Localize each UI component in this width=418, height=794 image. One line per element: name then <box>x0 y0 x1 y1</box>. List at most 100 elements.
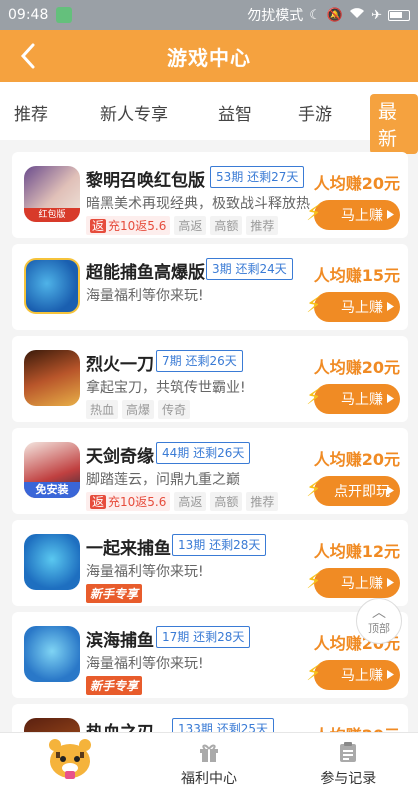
tab-recommend[interactable]: 推荐 <box>14 100 48 125</box>
game-icon: 红包版 <box>24 166 80 222</box>
game-card[interactable]: 免安装 天剑奇缘 44期 还剩26天 脚踏莲云，问鼎九重之巅 返充10返5.6 … <box>12 428 408 514</box>
reward-text: 人均赚20元 <box>313 174 400 193</box>
earn-button[interactable]: ⚡ 马上赚 <box>306 568 400 598</box>
game-title: 天剑奇缘 <box>86 447 154 467</box>
game-desc: 海量福利等你来玩! <box>86 288 204 304</box>
tag: 推荐 <box>246 492 279 511</box>
reward-text: 人均赚20元 <box>313 358 400 377</box>
tab-home[interactable] <box>0 733 139 794</box>
tag-list: 返充10返5.6 高返 高额 推荐 <box>86 216 279 235</box>
tag-list: 新手专享 <box>86 584 143 603</box>
tag-list: 返充10返5.6 高返 高额 推荐 <box>86 492 279 511</box>
tag-list: 热血 高爆 传奇 <box>86 400 191 419</box>
status-bar: 09:48 勿扰模式 ☾ 🔕 ✈ <box>0 0 418 30</box>
tag: 返充10返5.6 <box>86 492 171 511</box>
lightning-icon: ⚡ <box>306 477 322 502</box>
tab-records[interactable]: 参与记录 <box>279 733 418 794</box>
period-badge: 44期 还剩26天 <box>156 442 251 464</box>
earn-button[interactable]: ⚡ 马上赚 <box>306 384 400 414</box>
airplane-icon: ✈ <box>371 7 382 23</box>
tab-mobile[interactable]: 手游 <box>298 100 332 125</box>
game-title: 黎明召唤红包版 <box>86 171 205 191</box>
page-title: 游戏中心 <box>167 45 251 70</box>
scroll-to-top-button[interactable]: ︿ 顶部 <box>356 598 402 644</box>
scroll-to-top-label: 顶部 <box>368 622 390 635</box>
tag: 高额 <box>210 216 243 235</box>
game-icon: 免安装 <box>24 442 80 498</box>
game-card[interactable]: 烈火一刀 7期 还剩26天 拿起宝刀，共筑传世霸业! 热血 高爆 传奇 人均赚2… <box>12 336 408 422</box>
game-desc: 拿起宝刀，共筑传世霸业! <box>86 380 246 396</box>
tag: 热血 <box>86 400 119 419</box>
tag: 高返 <box>174 492 207 511</box>
earn-button[interactable]: ⚡ 马上赚 <box>306 660 400 690</box>
battery-icon <box>388 9 410 21</box>
period-badge: 7期 还剩26天 <box>156 350 243 372</box>
tab-puzzle[interactable]: 益智 <box>218 100 252 125</box>
tab-records-label: 参与记录 <box>320 770 377 787</box>
clipboard-icon <box>340 741 357 762</box>
period-badge: 17期 还剩28天 <box>156 626 251 648</box>
back-button[interactable] <box>12 38 44 74</box>
game-desc: 海量福利等你来玩! <box>86 656 204 672</box>
tag: 高爆 <box>122 400 155 419</box>
icon-label: 红包版 <box>24 208 80 222</box>
period-badge: 3期 还剩24天 <box>206 258 293 280</box>
game-title: 超能捕鱼高爆版 <box>86 263 205 283</box>
play-arrow-icon <box>387 578 394 587</box>
lightning-icon: ⚡ <box>306 293 322 318</box>
mute-icon: 🔕 <box>326 7 344 23</box>
period-badge: 13期 还剩28天 <box>172 534 267 556</box>
game-title: 烈火一刀 <box>86 355 154 375</box>
tag: 推荐 <box>246 216 279 235</box>
lightning-icon: ⚡ <box>306 385 322 410</box>
play-arrow-icon <box>387 302 394 311</box>
category-tabs: 推荐 新人专享 益智 手游 最新 <box>0 82 418 154</box>
status-right: 勿扰模式 ☾ 🔕 ✈ <box>247 5 410 25</box>
icon-label: 免安装 <box>24 482 80 498</box>
reward-text: 人均赚12元 <box>313 542 400 561</box>
gift-icon <box>199 744 218 762</box>
game-title: 一起来捕鱼 <box>86 539 171 559</box>
earn-button[interactable]: ⚡ 马上赚 <box>306 200 400 230</box>
game-icon <box>24 350 80 406</box>
tab-latest[interactable]: 最新 <box>370 94 418 154</box>
game-icon <box>24 534 80 590</box>
chevron-left-icon <box>20 43 35 69</box>
lightning-icon: ⚡ <box>306 661 322 686</box>
status-time: 09:48 <box>8 7 49 23</box>
game-desc: 海量福利等你来玩! <box>86 564 204 580</box>
play-arrow-icon <box>387 210 394 219</box>
tiger-mascot-icon <box>48 738 91 779</box>
game-desc: 暗黑美术再现经典，极致战斗释放热 <box>86 196 310 212</box>
tag-list: 新手专享 <box>86 676 143 695</box>
bottom-tab-bar: 福利中心 参与记录 <box>0 732 418 794</box>
page-header: 游戏中心 <box>0 30 418 82</box>
game-card[interactable]: 超能捕鱼高爆版 3期 还剩24天 海量福利等你来玩! 人均赚15元 ⚡ 马上赚 <box>12 244 408 330</box>
game-card[interactable]: 一起来捕鱼 13期 还剩28天 海量福利等你来玩! 新手专享 人均赚12元 ⚡ … <box>12 520 408 606</box>
tab-welfare-center[interactable]: 福利中心 <box>139 733 278 794</box>
game-card[interactable]: 红包版 黎明召唤红包版 53期 还剩27天 暗黑美术再现经典，极致战斗释放热 返… <box>12 152 408 238</box>
tag: 高返 <box>174 216 207 235</box>
game-desc: 脚踏莲云，问鼎九重之巅 <box>86 472 240 488</box>
play-arrow-icon <box>387 670 394 679</box>
earn-button[interactable]: ⚡ 马上赚 <box>306 292 400 322</box>
moon-icon: ☾ <box>309 7 321 23</box>
game-icon <box>24 626 80 682</box>
notification-icon <box>56 7 73 23</box>
game-card[interactable]: 滨海捕鱼 17期 还剩28天 海量福利等你来玩! 新手专享 人均赚20元 ⚡ 马… <box>12 612 408 698</box>
tab-welfare-label: 福利中心 <box>180 770 237 787</box>
dnd-mode-label: 勿扰模式 <box>247 8 304 24</box>
game-icon <box>24 258 80 314</box>
play-now-button[interactable]: ⚡ 点开即玩 <box>306 476 400 506</box>
tab-newcomer[interactable]: 新人专享 <box>100 100 168 125</box>
newcomer-tag: 新手专享 <box>86 584 143 603</box>
tag: 传奇 <box>158 400 191 419</box>
game-title: 滨海捕鱼 <box>86 631 154 651</box>
wifi-icon <box>349 7 365 23</box>
chevron-up-icon: ︿ <box>372 605 386 621</box>
lightning-icon: ⚡ <box>306 201 322 226</box>
tag: 返充10返5.6 <box>86 216 171 235</box>
newcomer-tag: 新手专享 <box>86 676 143 695</box>
lightning-icon: ⚡ <box>306 569 322 594</box>
play-arrow-icon <box>387 486 394 495</box>
